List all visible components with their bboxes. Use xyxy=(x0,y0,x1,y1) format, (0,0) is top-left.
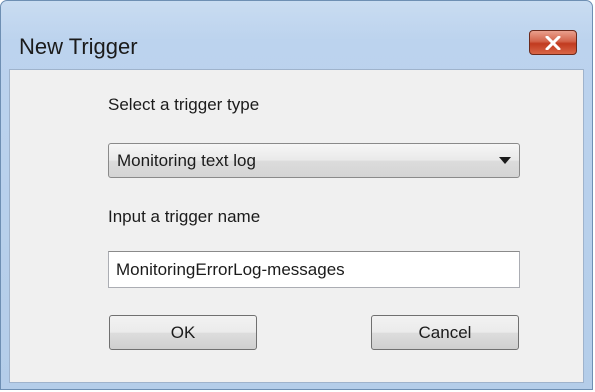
trigger-name-input[interactable] xyxy=(108,251,520,288)
title-bar[interactable]: New Trigger xyxy=(1,1,592,59)
ok-button[interactable]: OK xyxy=(109,315,257,350)
dialog-window: New Trigger Select a trigger type Monito… xyxy=(0,0,593,390)
close-icon xyxy=(545,35,561,50)
window-title: New Trigger xyxy=(19,34,138,59)
dialog-body: Select a trigger type Monitoring text lo… xyxy=(9,69,584,383)
chevron-down-icon xyxy=(499,157,511,164)
trigger-type-select[interactable]: Monitoring text log xyxy=(108,143,520,178)
trigger-type-value: Monitoring text log xyxy=(117,151,256,170)
trigger-type-label: Select a trigger type xyxy=(108,95,260,114)
close-button[interactable] xyxy=(529,30,577,55)
trigger-name-label: Input a trigger name xyxy=(108,207,261,226)
cancel-button[interactable]: Cancel xyxy=(371,315,519,350)
